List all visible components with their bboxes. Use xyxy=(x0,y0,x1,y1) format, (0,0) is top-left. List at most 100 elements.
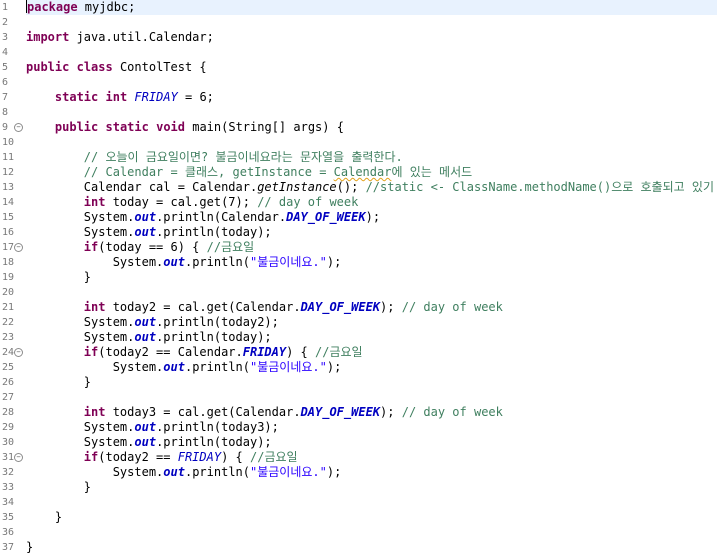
code-line[interactable] xyxy=(26,15,717,30)
code-token: public xyxy=(26,60,70,74)
code-token: out xyxy=(163,465,185,479)
code-token: // day of week xyxy=(401,405,503,419)
fold-toggle-icon[interactable] xyxy=(14,123,23,132)
code-token: (today2 == Calendar. xyxy=(98,345,243,359)
code-token: int xyxy=(83,300,106,314)
code-token: int xyxy=(83,405,106,419)
code-line[interactable]: System.out.println(today); xyxy=(26,225,717,240)
code-token: ); xyxy=(380,300,402,314)
code-line[interactable]: System.out.println(today); xyxy=(26,435,717,450)
code-line[interactable] xyxy=(26,135,717,150)
code-line[interactable]: int today = cal.get(7); // day of week xyxy=(26,195,717,210)
code-token: = 6; xyxy=(177,90,214,104)
code-line[interactable]: } xyxy=(26,375,717,390)
code-token: int xyxy=(83,195,106,209)
code-token: "불금이네요." xyxy=(250,360,327,374)
line-number: 32 xyxy=(2,467,15,478)
line-number: 25 xyxy=(2,362,15,373)
line-number: 2 xyxy=(2,17,9,28)
code-token: java.util.Calendar; xyxy=(69,30,214,44)
code-line[interactable]: System.out.println("불금이네요."); xyxy=(26,360,717,375)
line-number: 14 xyxy=(2,197,15,208)
code-line[interactable]: package myjdbc; xyxy=(26,0,717,15)
fold-toggle-icon[interactable] xyxy=(14,348,23,357)
code-line[interactable]: if(today2 == FRIDAY) { //금요일 xyxy=(26,450,717,465)
code-token: (today2 == xyxy=(98,450,178,464)
code-area[interactable]: package myjdbc; import java.util.Calendar… xyxy=(26,0,717,557)
code-line[interactable]: Calendar cal = Calendar.getInstance(); /… xyxy=(26,180,717,195)
code-line[interactable]: int today3 = cal.get(Calendar.DAY_OF_WEE… xyxy=(26,405,717,420)
code-line[interactable]: int today2 = cal.get(Calendar.DAY_OF_WEE… xyxy=(26,300,717,315)
line-number: 8 xyxy=(2,107,9,118)
line-number: 3 xyxy=(2,32,9,43)
code-line[interactable]: // 오늘이 금요일이면? 불금이네요라는 문자열을 출력한다. xyxy=(26,150,717,165)
line-number: 10 xyxy=(2,137,15,148)
line-number: 19 xyxy=(2,272,15,283)
code-line[interactable]: public static void main(String[] args) { xyxy=(26,120,717,135)
code-token: System. xyxy=(26,315,135,329)
code-line[interactable]: import java.util.Calendar; xyxy=(26,30,717,45)
code-line[interactable]: } xyxy=(26,510,717,525)
code-token: // Calendar = 클래스, getInstance = xyxy=(83,165,334,179)
code-token: ) { xyxy=(221,450,250,464)
code-line[interactable]: System.out.println(today2); xyxy=(26,315,717,330)
code-token: DAY_OF_WEEK xyxy=(286,210,366,224)
code-token: ); xyxy=(326,360,342,374)
code-token: .println(today); xyxy=(156,435,272,449)
code-token: out xyxy=(134,210,157,224)
code-line[interactable]: System.out.println("불금이네요."); xyxy=(26,465,717,480)
code-line[interactable]: if(today == 6) { //금요일 xyxy=(26,240,717,255)
code-token: .println( xyxy=(184,360,250,374)
code-token: .println(today); xyxy=(156,330,272,344)
code-line[interactable]: static int FRIDAY = 6; xyxy=(26,90,717,105)
code-line[interactable]: System.out.println(Calendar.DAY_OF_WEEK)… xyxy=(26,210,717,225)
code-token: getInstance xyxy=(257,180,337,194)
code-line[interactable]: } xyxy=(26,540,717,555)
line-number: 12 xyxy=(2,167,15,178)
code-token: System. xyxy=(26,225,135,239)
code-token: today2 = cal.get(Calendar. xyxy=(105,300,301,314)
code-line[interactable]: public class ContolTest { xyxy=(26,60,717,75)
code-line[interactable] xyxy=(26,495,717,510)
line-number: 30 xyxy=(2,437,15,448)
code-editor[interactable]: 1234567891011121314151617181920212223242… xyxy=(0,0,717,557)
line-number: 27 xyxy=(2,392,15,403)
code-token: .println(today); xyxy=(156,225,272,239)
code-token: today = cal.get(7); xyxy=(105,195,258,209)
code-line[interactable] xyxy=(26,390,717,405)
code-line[interactable] xyxy=(26,525,717,540)
code-token: } xyxy=(26,270,92,284)
code-token: ); xyxy=(365,210,381,224)
code-line[interactable]: System.out.println("불금이네요."); xyxy=(26,255,717,270)
code-token: ContolTest { xyxy=(112,60,207,74)
fold-toggle-icon[interactable] xyxy=(14,243,23,252)
code-line[interactable] xyxy=(26,45,717,60)
code-line[interactable]: } xyxy=(26,480,717,495)
code-token: public xyxy=(54,120,99,134)
code-token: System. xyxy=(26,435,135,449)
code-token: } xyxy=(26,375,92,389)
code-token: void xyxy=(156,120,185,134)
code-line[interactable]: System.out.println(today3); xyxy=(26,420,717,435)
code-line[interactable]: if(today2 == Calendar.FRIDAY) { //금요일 xyxy=(26,345,717,360)
code-token: ) { xyxy=(286,345,316,359)
line-number-gutter: 1234567891011121314151617181920212223242… xyxy=(0,0,23,557)
line-number: 1 xyxy=(2,2,9,13)
code-line[interactable] xyxy=(26,285,717,300)
code-token: System. xyxy=(26,210,135,224)
code-line[interactable] xyxy=(26,105,717,120)
code-line[interactable]: } xyxy=(26,270,717,285)
fold-toggle-icon[interactable] xyxy=(14,453,23,462)
code-token: out xyxy=(134,330,157,344)
code-line[interactable]: System.out.println(today); xyxy=(26,330,717,345)
line-number: 7 xyxy=(2,92,9,103)
code-line[interactable]: // Calendar = 클래스, getInstance = Calenda… xyxy=(26,165,717,180)
code-line[interactable] xyxy=(26,75,717,90)
code-token: Calendar xyxy=(333,165,392,179)
